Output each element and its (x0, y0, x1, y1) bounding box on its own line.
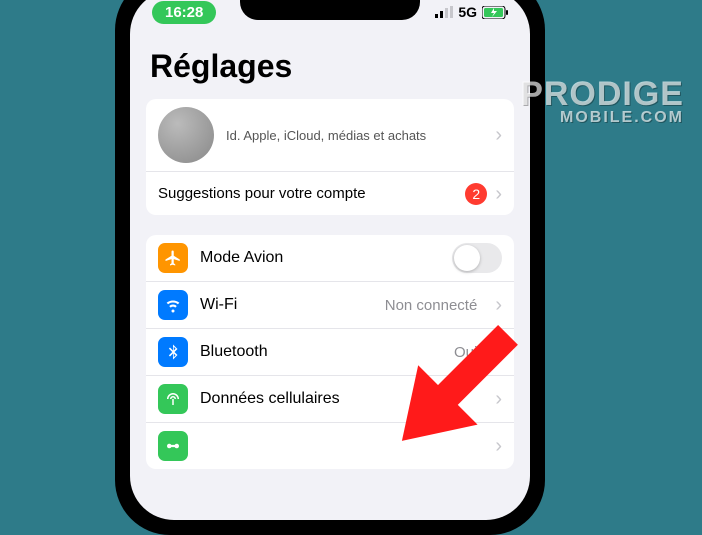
cellular-icon (158, 384, 188, 414)
account-subtitle: Id. Apple, iCloud, médias et achats (226, 128, 483, 143)
partial-row[interactable]: › (146, 422, 514, 469)
chevron-right-icon: › (495, 184, 502, 204)
cellular-label: Données cellulaires (200, 390, 483, 408)
bluetooth-value: Oui (454, 344, 477, 361)
phone-frame: 16:28 5G Réglages Id. Apple, iClo (115, 0, 545, 535)
chevron-right-icon: › (495, 125, 502, 145)
suggestions-badge: 2 (465, 183, 487, 205)
chevron-right-icon: › (495, 342, 502, 362)
wifi-icon (158, 290, 188, 320)
apple-id-row[interactable]: Id. Apple, iCloud, médias et achats › (146, 99, 514, 171)
watermark-line1: PRODIGE (520, 78, 684, 110)
signal-icon (435, 6, 453, 18)
chevron-right-icon: › (495, 436, 502, 456)
wifi-label: Wi-Fi (200, 296, 373, 314)
network-label: 5G (458, 4, 477, 20)
chevron-right-icon: › (495, 295, 502, 315)
airplane-icon (158, 243, 188, 273)
bluetooth-icon (158, 337, 188, 367)
page-title: Réglages (150, 48, 514, 85)
wifi-row[interactable]: Wi-Fi Non connecté › (146, 281, 514, 328)
wifi-value: Non connecté (385, 297, 478, 314)
chevron-right-icon: › (495, 389, 502, 409)
airplane-toggle[interactable] (452, 243, 502, 273)
hotspot-icon (158, 431, 188, 461)
suggestions-row[interactable]: Suggestions pour votre compte 2 › (146, 171, 514, 215)
avatar (158, 107, 214, 163)
airplane-label: Mode Avion (200, 249, 440, 267)
airplane-mode-row[interactable]: Mode Avion (146, 235, 514, 281)
bluetooth-label: Bluetooth (200, 343, 442, 361)
screen: 16:28 5G Réglages Id. Apple, iClo (130, 0, 530, 520)
bluetooth-row[interactable]: Bluetooth Oui › (146, 328, 514, 375)
suggestions-label: Suggestions pour votre compte (158, 185, 465, 202)
battery-icon (482, 6, 508, 19)
connectivity-card: Mode Avion Wi-Fi Non connecté › (146, 235, 514, 469)
watermark: PRODIGE MOBILE.COM (520, 78, 684, 125)
cellular-data-row[interactable]: Données cellulaires › (146, 375, 514, 422)
notch (240, 0, 420, 20)
time-pill[interactable]: 16:28 (152, 1, 216, 24)
account-card: Id. Apple, iCloud, médias et achats › Su… (146, 99, 514, 215)
